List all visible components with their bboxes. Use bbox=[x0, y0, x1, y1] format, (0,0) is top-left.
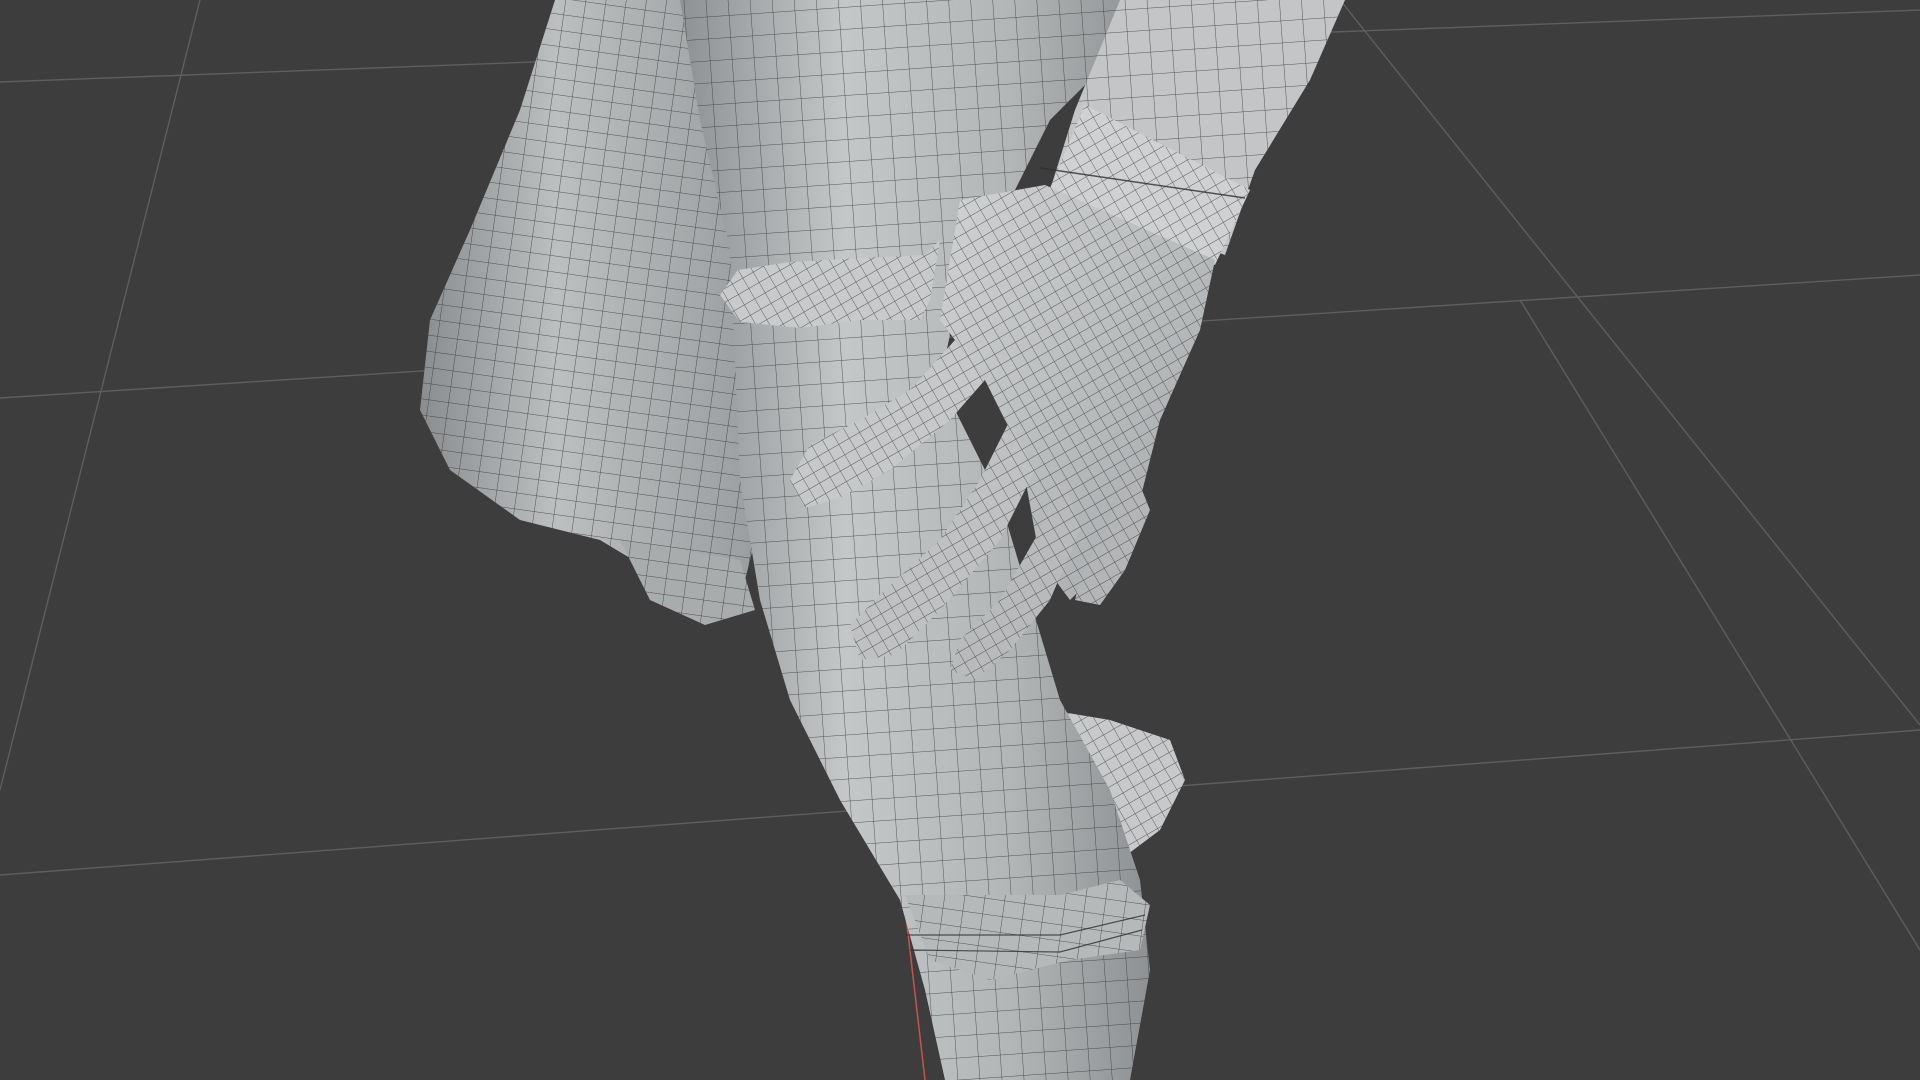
viewport-canvas[interactable] bbox=[0, 0, 1920, 1080]
3d-viewport[interactable] bbox=[0, 0, 1920, 1080]
grid-line bbox=[0, 0, 201, 791]
grid-line bbox=[1339, 0, 1920, 726]
grid-line bbox=[1519, 299, 1920, 951]
